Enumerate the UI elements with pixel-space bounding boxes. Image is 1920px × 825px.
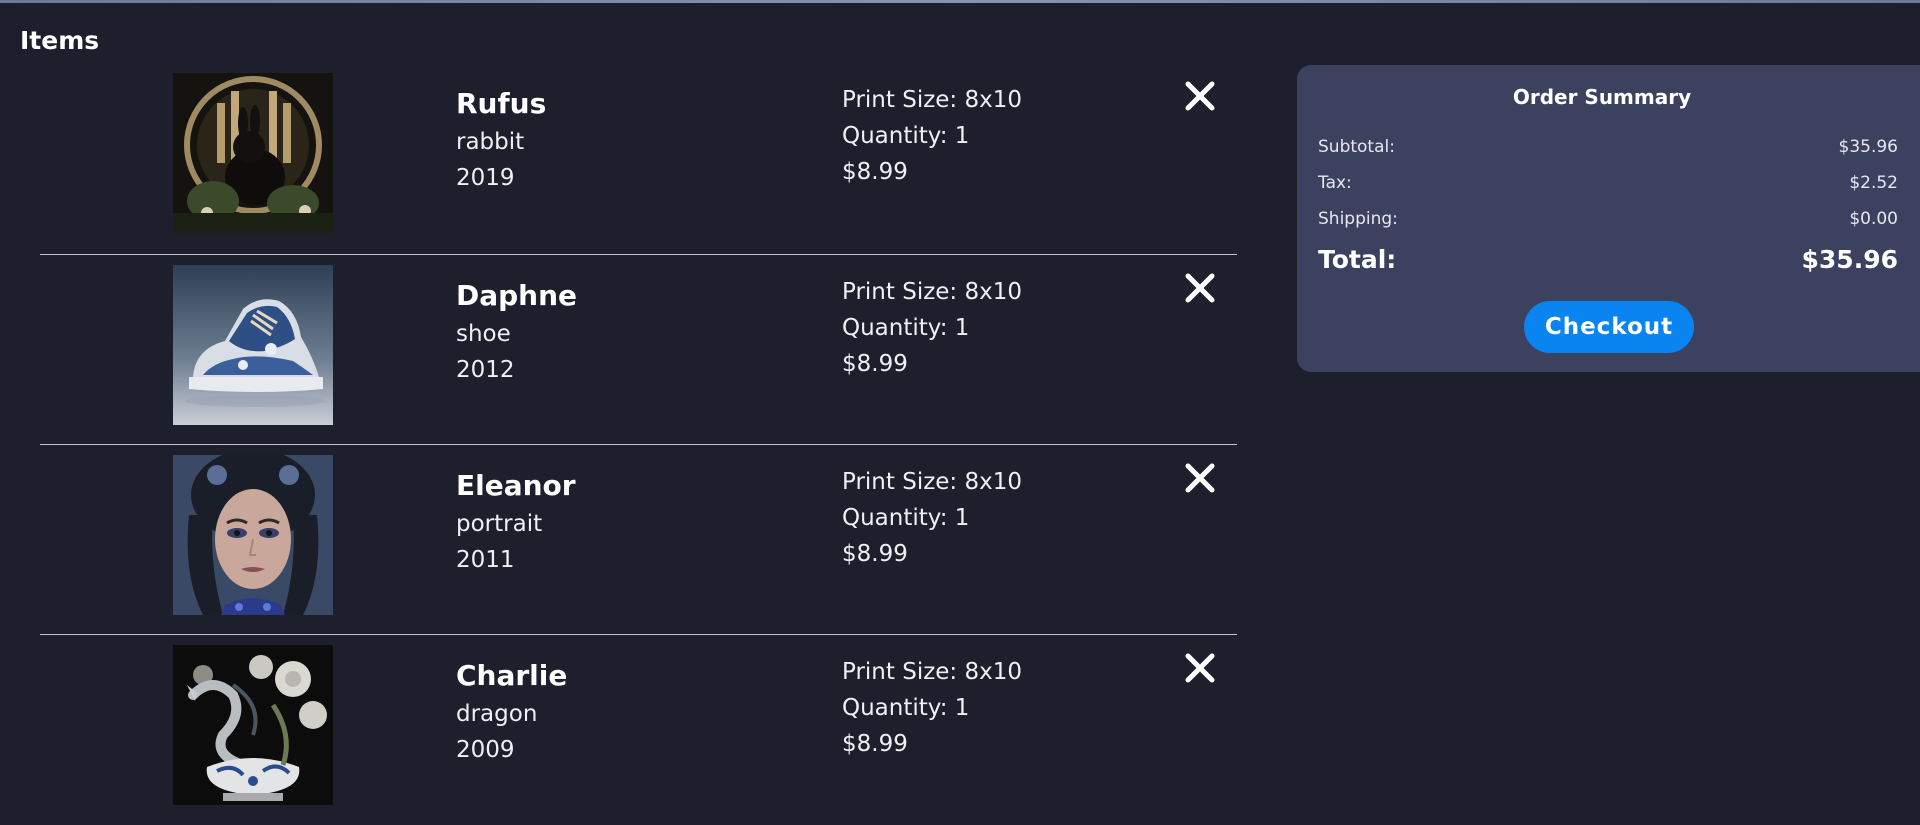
- order-summary-title: Order Summary: [1512, 85, 1692, 109]
- item-print-details: Print Size: 8x10 Quantity: 1 $8.99: [842, 82, 1022, 190]
- item-print-size: Print Size: 8x10: [842, 279, 1023, 305]
- item-quantity: Quantity: 1: [842, 695, 970, 721]
- item-name: Eleanor: [456, 469, 576, 502]
- tax-row: Tax: $2.52: [1318, 173, 1898, 199]
- cart-item-list: Rufus rabbit 2019 Print Size: 8x10 Quant…: [40, 64, 1237, 824]
- checkout-button[interactable]: Checkout: [1524, 301, 1694, 353]
- items-heading: Items: [20, 26, 100, 55]
- item-subject: dragon: [456, 701, 538, 727]
- item-image-portrait[interactable]: [173, 455, 333, 615]
- item-image-dragon[interactable]: [173, 645, 333, 805]
- item-name: Charlie: [456, 659, 568, 692]
- shipping-value: $0.00: [1849, 209, 1898, 229]
- item-image-shoe[interactable]: [173, 265, 333, 425]
- remove-item-button[interactable]: [1182, 270, 1218, 306]
- shoe-artwork-icon: [173, 265, 333, 425]
- portrait-artwork-icon: [173, 455, 333, 615]
- item-info: Eleanor portrait 2011: [456, 466, 576, 578]
- item-print-size: Print Size: 8x10: [842, 659, 1023, 685]
- item-print-details: Print Size: 8x10 Quantity: 1 $8.99: [842, 464, 1022, 572]
- rabbit-artwork-icon: [173, 73, 333, 233]
- total-label: Total:: [1318, 245, 1397, 274]
- cart-item: Eleanor portrait 2011 Print Size: 8x10 Q…: [40, 444, 1237, 634]
- remove-item-button[interactable]: [1182, 460, 1218, 496]
- item-info: Charlie dragon 2009: [456, 656, 567, 768]
- tax-label: Tax:: [1318, 173, 1352, 193]
- shipping-label: Shipping:: [1318, 209, 1398, 229]
- item-print-details: Print Size: 8x10 Quantity: 1 $8.99: [842, 274, 1022, 382]
- item-print-details: Print Size: 8x10 Quantity: 1 $8.99: [842, 654, 1022, 762]
- item-price: $8.99: [842, 159, 908, 185]
- item-price: $8.99: [842, 351, 908, 377]
- subtotal-value: $35.96: [1838, 137, 1898, 157]
- item-subject: portrait: [456, 511, 543, 537]
- item-image-rabbit[interactable]: [173, 73, 333, 233]
- cart-item: Daphne shoe 2012 Print Size: 8x10 Quanti…: [40, 254, 1237, 444]
- item-info: Rufus rabbit 2019: [456, 84, 546, 196]
- item-print-size: Print Size: 8x10: [842, 87, 1023, 113]
- close-icon: [1185, 463, 1215, 493]
- total-value: $35.96: [1801, 245, 1898, 274]
- item-print-size: Print Size: 8x10: [842, 469, 1023, 495]
- total-row: Total: $35.96: [1318, 245, 1898, 281]
- item-year: 2012: [456, 357, 515, 383]
- item-quantity: Quantity: 1: [842, 123, 970, 149]
- item-quantity: Quantity: 1: [842, 315, 970, 341]
- item-subject: shoe: [456, 321, 511, 347]
- remove-item-button[interactable]: [1182, 650, 1218, 686]
- remove-item-button[interactable]: [1182, 78, 1218, 114]
- close-icon: [1185, 273, 1215, 303]
- top-border: [0, 0, 1920, 3]
- order-summary-panel: Order Summary Subtotal: $35.96 Tax: $2.5…: [1297, 65, 1920, 372]
- item-year: 2011: [456, 547, 515, 573]
- cart-item: Rufus rabbit 2019 Print Size: 8x10 Quant…: [40, 64, 1237, 254]
- close-icon: [1185, 653, 1215, 683]
- item-info: Daphne shoe 2012: [456, 276, 577, 388]
- shipping-row: Shipping: $0.00: [1318, 209, 1898, 235]
- subtotal-row: Subtotal: $35.96: [1318, 137, 1898, 163]
- item-name: Daphne: [456, 279, 578, 312]
- item-subject: rabbit: [456, 129, 525, 155]
- item-name: Rufus: [456, 87, 547, 120]
- tax-value: $2.52: [1849, 173, 1898, 193]
- dragon-artwork-icon: [173, 645, 333, 805]
- item-year: 2019: [456, 165, 515, 191]
- subtotal-label: Subtotal:: [1318, 137, 1395, 157]
- item-price: $8.99: [842, 541, 908, 567]
- item-quantity: Quantity: 1: [842, 505, 970, 531]
- cart-item: Charlie dragon 2009 Print Size: 8x10 Qua…: [40, 634, 1237, 824]
- close-icon: [1185, 81, 1215, 111]
- item-year: 2009: [456, 737, 515, 763]
- item-price: $8.99: [842, 731, 908, 757]
